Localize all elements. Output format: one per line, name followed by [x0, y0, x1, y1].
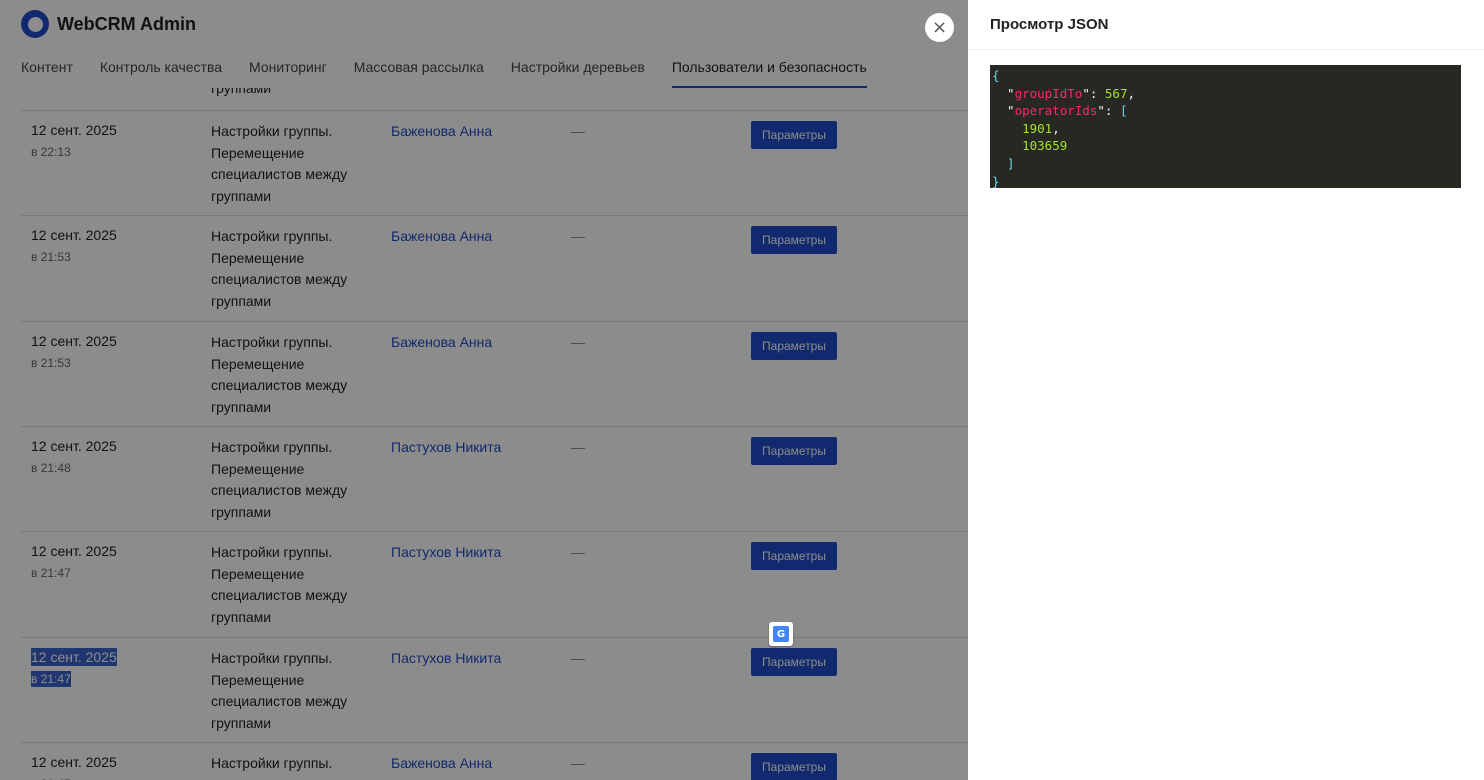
json-line: ]	[992, 155, 1459, 173]
json-token: 1901	[992, 120, 1053, 136]
json-code-block: { "groupIdTo": 567, "operatorIds": [ 190…	[990, 65, 1461, 191]
json-token: ,	[1052, 120, 1060, 136]
json-token: groupIdTo	[1014, 85, 1083, 101]
json-view-panel: Просмотр JSON { "groupIdTo": 567, "opera…	[968, 0, 1484, 780]
json-token: [	[1119, 103, 1128, 119]
json-line: 103659	[992, 137, 1459, 155]
json-token: ]	[992, 155, 1015, 171]
json-token: ,	[1127, 85, 1136, 101]
json-token: operatorIds	[1014, 103, 1098, 119]
json-line: {	[992, 67, 1459, 85]
json-token: :	[1104, 103, 1120, 119]
json-line: "groupIdTo": 567,	[992, 85, 1459, 103]
json-token: }	[992, 173, 1000, 189]
json-token: :	[1089, 85, 1105, 101]
json-token: 103659	[992, 138, 1068, 154]
json-token: "	[1097, 103, 1105, 119]
json-token: "	[1082, 85, 1090, 101]
google-translate-icon[interactable]: G	[769, 622, 793, 646]
json-line: "operatorIds": [	[992, 102, 1459, 120]
json-token: 567	[1104, 85, 1128, 101]
json-line: 1901,	[992, 120, 1459, 138]
json-token: {	[992, 68, 1000, 83]
close-panel-button[interactable]: ×	[925, 13, 954, 42]
json-token: "	[992, 103, 1015, 119]
modal-overlay[interactable]	[0, 0, 968, 780]
panel-title: Просмотр JSON	[990, 16, 1109, 33]
json-line: }	[992, 173, 1459, 191]
panel-header: Просмотр JSON	[968, 0, 1484, 50]
json-token: "	[992, 85, 1015, 101]
